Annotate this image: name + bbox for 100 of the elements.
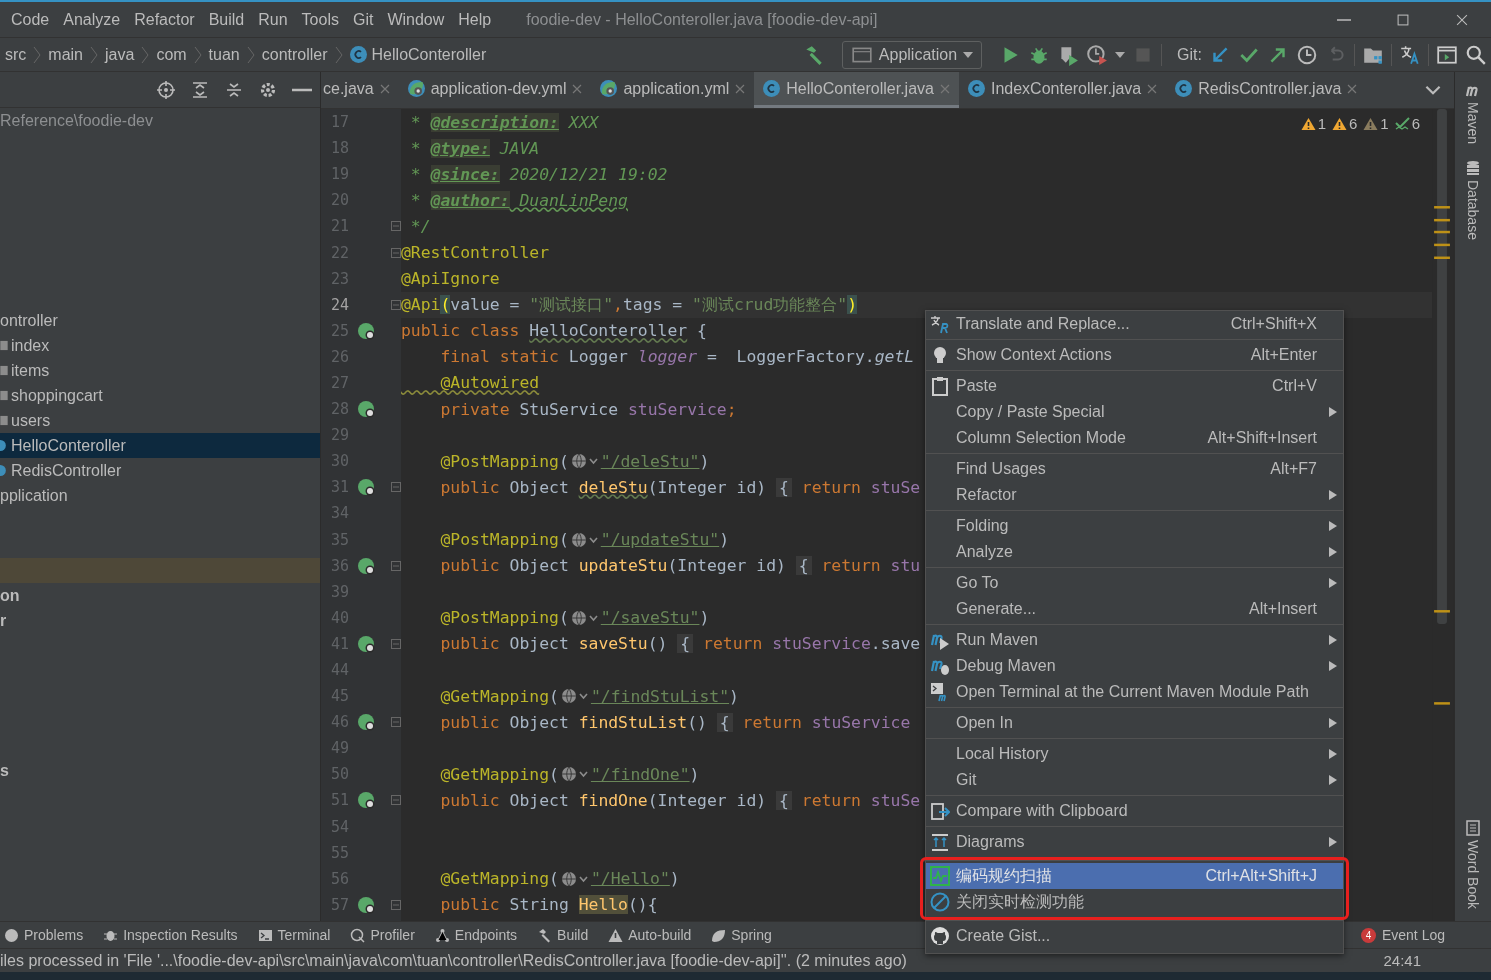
nodes-icon[interactable] xyxy=(434,927,450,943)
menu-item[interactable]: Help xyxy=(451,10,499,29)
fold-icon[interactable] xyxy=(391,717,401,728)
side-tool-tab[interactable]: Database xyxy=(1465,160,1481,240)
fold-icon[interactable] xyxy=(391,221,401,232)
bean-icon[interactable] xyxy=(357,478,375,497)
tree-item[interactable]: s xyxy=(0,761,9,780)
editor-tab[interactable]: IndexConteroller.java xyxy=(958,72,1167,108)
tree-item[interactable]: on xyxy=(0,586,20,605)
fold-icon[interactable] xyxy=(391,482,401,493)
tool-window-tab[interactable]: Problems xyxy=(24,927,84,943)
tool-window-tab[interactable]: Auto-build xyxy=(628,927,692,943)
tree-item[interactable]: index xyxy=(11,336,50,355)
close-icon[interactable] xyxy=(1147,83,1158,94)
bean-icon[interactable] xyxy=(357,713,375,732)
globe-icon[interactable] xyxy=(559,765,590,784)
locate-icon[interactable] xyxy=(156,79,176,100)
menu-item[interactable]: Build xyxy=(201,10,252,29)
globe-icon[interactable] xyxy=(569,530,600,549)
menu-item[interactable]: Run xyxy=(251,10,295,29)
breadcrumb[interactable]: tuan xyxy=(208,45,240,64)
menu-item[interactable]: Show Context Actions Alt+Enter xyxy=(926,342,1343,368)
fold-icon[interactable] xyxy=(391,899,401,910)
breadcrumb[interactable]: main xyxy=(48,45,83,64)
warning-icon[interactable] xyxy=(1363,116,1379,131)
tree-item[interactable]: pplication xyxy=(0,486,68,505)
fold-icon[interactable] xyxy=(391,638,401,649)
bean-icon[interactable] xyxy=(357,791,375,810)
tool-window-tab[interactable]: Build xyxy=(557,927,589,943)
close-icon[interactable] xyxy=(735,83,746,94)
clock-icon[interactable] xyxy=(1296,43,1318,66)
leaf-icon[interactable] xyxy=(711,927,727,943)
menu-item[interactable]: Analyze xyxy=(926,539,1343,565)
globe-icon[interactable] xyxy=(569,608,600,627)
tool-window-tab[interactable]: Spring xyxy=(731,927,772,943)
menu-item[interactable]: Paste Ctrl+V xyxy=(926,373,1343,399)
editor-tab[interactable]: application-dev.yml xyxy=(398,72,592,108)
run-config-dropdown[interactable]: Application xyxy=(841,40,983,69)
editor-tab[interactable]: application.yml xyxy=(591,72,755,108)
translate-icon[interactable] xyxy=(1399,43,1421,66)
menu-item[interactable]: Code xyxy=(0,10,57,29)
menu-item[interactable]: Diagrams xyxy=(926,829,1343,855)
close-icon[interactable] xyxy=(379,83,390,94)
tree-item[interactable]: RedisController xyxy=(11,461,122,480)
menu-item[interactable]: Go To xyxy=(926,570,1343,596)
globe-icon[interactable] xyxy=(569,452,600,471)
search-icon[interactable] xyxy=(1465,43,1487,66)
menu-item[interactable]: Compare with Clipboard xyxy=(926,798,1343,824)
menu-item[interactable]: Open Terminal at the Current Maven Module Path xyxy=(926,679,1343,705)
menu-item[interactable]: Generate... Alt+Insert xyxy=(926,596,1343,622)
fold-icon[interactable] xyxy=(391,795,401,806)
menu-item[interactable]: Folding xyxy=(926,513,1343,539)
tree-item[interactable]: ontroller xyxy=(0,311,58,330)
typo-icon[interactable] xyxy=(1394,116,1410,131)
menu-item[interactable]: Refactor xyxy=(926,482,1343,508)
breadcrumb[interactable]: java xyxy=(105,45,135,64)
menu-item[interactable]: Open In xyxy=(926,710,1343,736)
profiler-icon[interactable] xyxy=(1086,43,1109,66)
breadcrumb[interactable]: controller xyxy=(261,45,328,64)
bean-icon[interactable] xyxy=(357,321,375,340)
hammer-icon[interactable] xyxy=(537,927,553,943)
breadcrumb[interactable]: src xyxy=(5,45,27,64)
editor-tab[interactable]: RedisController.java xyxy=(1166,72,1367,108)
tree-item[interactable]: items xyxy=(11,361,50,380)
caret-position[interactable]: 24:41 xyxy=(1383,952,1421,969)
warning-icon[interactable] xyxy=(1300,116,1316,131)
breadcrumb[interactable]: HelloConteroller xyxy=(371,45,487,64)
bean-icon[interactable] xyxy=(357,895,375,914)
menu-item[interactable]: 编码规约扫描 Ctrl+Alt+Shift+J xyxy=(926,863,1343,889)
menu-item[interactable]: Local History xyxy=(926,741,1343,767)
menu-item[interactable]: Tools xyxy=(294,10,346,29)
menu-item[interactable]: 关闭实时检测功能 xyxy=(926,889,1343,915)
menu-item[interactable]: Run Maven xyxy=(926,627,1343,653)
menu-item[interactable]: Find Usages Alt+F7 xyxy=(926,456,1343,482)
menu-item[interactable]: Column Selection Mode Alt+Shift+Insert xyxy=(926,425,1343,451)
warning-icon[interactable] xyxy=(1331,116,1347,131)
fold-icon[interactable] xyxy=(391,299,401,310)
breadcrumb[interactable]: com xyxy=(156,45,187,64)
editor-tab[interactable]: HelloConteroller.java xyxy=(754,72,959,108)
menu-item[interactable]: Window xyxy=(380,10,452,29)
bean-icon[interactable] xyxy=(357,556,375,575)
menu-item[interactable]: Analyze xyxy=(56,10,128,29)
side-tool-tab[interactable]: Word Book xyxy=(1465,820,1481,909)
editor-tab[interactable]: ce.java xyxy=(321,72,399,108)
globe-icon[interactable] xyxy=(559,869,590,888)
menu-item[interactable]: Translate and Replace... Ctrl+Shift+X xyxy=(926,311,1343,337)
fold-icon[interactable] xyxy=(391,247,401,258)
tree-item[interactable]: r xyxy=(0,611,7,630)
close-icon[interactable] xyxy=(1347,83,1358,94)
tool-window-tab[interactable]: Event Log xyxy=(1381,927,1445,943)
tree-item[interactable]: shoppingcart xyxy=(11,386,103,405)
tool-window-tab[interactable]: Endpoints xyxy=(454,927,518,943)
tree-item[interactable]: users xyxy=(11,411,51,430)
close-icon[interactable] xyxy=(572,83,583,94)
menu-item[interactable]: Refactor xyxy=(127,10,202,29)
bean-icon[interactable] xyxy=(357,634,375,653)
menu-item[interactable]: Git xyxy=(926,767,1343,793)
circle-icon[interactable] xyxy=(4,927,19,943)
fold-icon[interactable] xyxy=(391,560,401,571)
menu-item[interactable]: Git xyxy=(345,10,381,29)
